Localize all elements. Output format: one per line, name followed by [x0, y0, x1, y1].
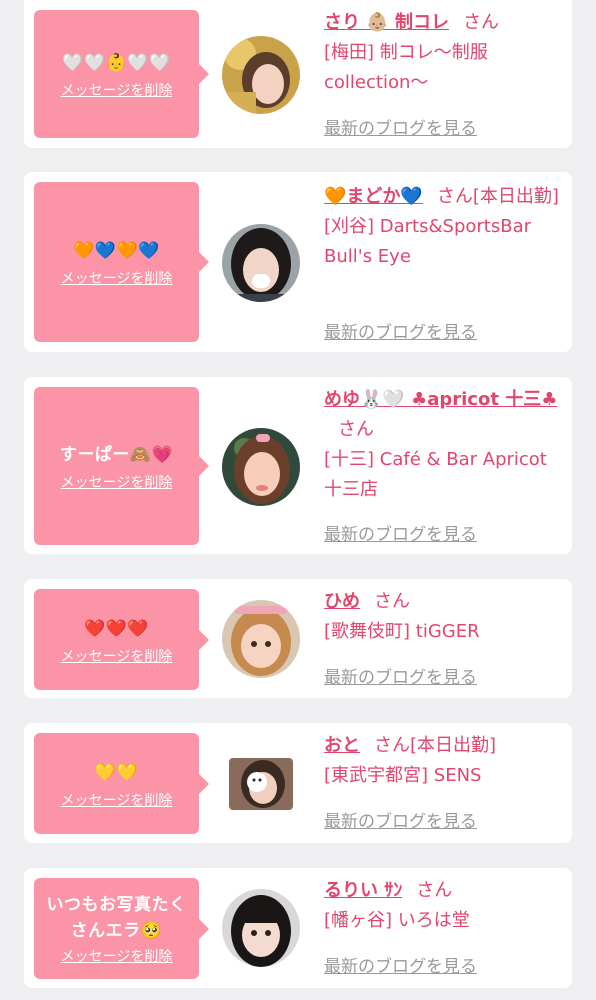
- profile-info: ひめ さん [歌舞伎町] tiGGER: [324, 587, 560, 647]
- shop-name: [刈谷] Darts&SportsBar Bull's Eye: [324, 216, 532, 267]
- latest-blog-link[interactable]: 最新のブログを見る: [324, 520, 477, 545]
- shop-name: [梅田] 制コレ〜制服collection〜: [324, 42, 488, 93]
- cast-name-link[interactable]: 🧡まどか💙: [324, 186, 423, 207]
- delete-message-link[interactable]: メッセージを削除: [61, 472, 173, 492]
- delete-message-link[interactable]: メッセージを削除: [61, 790, 173, 810]
- message-card: 💛💛 メッセージを削除 おと さん[本日出勤] [東武宇都宮] SENS 最新のブ…: [24, 723, 572, 843]
- message-bubble: 💛💛 メッセージを削除: [34, 733, 209, 834]
- message-text: 🧡💙🧡💙: [73, 241, 160, 261]
- latest-blog-link[interactable]: 最新のブログを見る: [324, 114, 477, 139]
- avatar[interactable]: [222, 36, 300, 114]
- message-bubble: いつもお写真たくさんエラ🥺 メッセージを削除: [34, 878, 209, 979]
- delete-message-link[interactable]: メッセージを削除: [61, 268, 173, 288]
- shop-name: [十三] Café & Bar Apricot 十三店: [324, 449, 547, 500]
- avatar[interactable]: [222, 889, 300, 967]
- message-text: 💛💛: [94, 762, 139, 783]
- delete-message-link[interactable]: メッセージを削除: [61, 80, 173, 100]
- delete-message-link[interactable]: メッセージを削除: [61, 646, 173, 666]
- avatar[interactable]: [222, 224, 300, 302]
- profile-info: るりい ｻﾝ さん [幡ヶ谷] いろは堂: [324, 876, 560, 936]
- cast-name-link[interactable]: めゆ🐰🤍 ♣apricot 十三♣: [324, 389, 557, 410]
- honorific: さん[本日出勤]: [374, 735, 497, 756]
- message-bubble: すーぱー🙈💗 メッセージを削除: [34, 387, 209, 545]
- message-card: 🤍🤍👶🤍🤍 メッセージを削除 さり 👶🏼 制コレ さん [梅田] 制コレ〜制服co…: [24, 0, 572, 148]
- cast-name-link[interactable]: ひめ: [324, 591, 360, 612]
- cast-name-link[interactable]: おと: [324, 735, 360, 756]
- latest-blog-link[interactable]: 最新のブログを見る: [324, 807, 477, 832]
- latest-blog-link[interactable]: 最新のブログを見る: [324, 318, 477, 343]
- shop-name: [東武宇都宮] SENS: [324, 765, 482, 786]
- message-text: 🤍🤍👶🤍🤍: [62, 53, 171, 73]
- message-card: いつもお写真たくさんエラ🥺 メッセージを削除 るりい ｻﾝ さん [幡ヶ谷] いろ…: [24, 868, 572, 988]
- honorific: さん: [374, 591, 410, 612]
- message-bubble: 🧡💙🧡💙 メッセージを削除: [34, 182, 209, 342]
- latest-blog-link[interactable]: 最新のブログを見る: [324, 952, 477, 977]
- shop-name: [歌舞伎町] tiGGER: [324, 621, 480, 642]
- profile-info: めゆ🐰🤍 ♣apricot 十三♣ さん [十三] Café & Bar Apri…: [324, 385, 560, 505]
- message-text: いつもお写真たくさんエラ🥺: [46, 894, 187, 941]
- profile-info: おと さん[本日出勤] [東武宇都宮] SENS: [324, 731, 560, 791]
- cast-name-link[interactable]: るりい ｻﾝ: [324, 880, 402, 901]
- message-card: 🧡💙🧡💙 メッセージを削除 🧡まどか💙 さん[本日出勤] [刈谷] Darts&S…: [24, 172, 572, 352]
- honorific: さん: [462, 12, 499, 33]
- profile-info: 🧡まどか💙 さん[本日出勤] [刈谷] Darts&SportsBar Bull'…: [324, 182, 560, 272]
- avatar[interactable]: [229, 758, 293, 810]
- honorific: さん[本日出勤]: [436, 186, 559, 207]
- profile-info: さり 👶🏼 制コレ さん [梅田] 制コレ〜制服collection〜: [324, 8, 560, 98]
- cast-name-link[interactable]: さり 👶🏼 制コレ: [324, 12, 449, 33]
- message-text: すーぱー🙈💗: [59, 445, 174, 465]
- message-bubble: ❤️❤️❤️ メッセージを削除: [34, 589, 209, 690]
- avatar[interactable]: [222, 428, 300, 506]
- message-card: すーぱー🙈💗 メッセージを削除 めゆ🐰🤍 ♣apricot 十三♣ さん [十三]…: [24, 377, 572, 554]
- delete-message-link[interactable]: メッセージを削除: [61, 946, 173, 966]
- honorific: さん: [416, 880, 453, 901]
- message-text: ❤️❤️❤️: [83, 618, 149, 639]
- message-bubble: 🤍🤍👶🤍🤍 メッセージを削除: [34, 10, 209, 138]
- shop-name: [幡ヶ谷] いろは堂: [324, 910, 470, 931]
- avatar[interactable]: [222, 600, 300, 678]
- message-card: ❤️❤️❤️ メッセージを削除 ひめ さん [歌舞伎町] tiGGER 最新のブロ…: [24, 579, 572, 698]
- honorific: さん: [338, 419, 374, 440]
- latest-blog-link[interactable]: 最新のブログを見る: [324, 663, 477, 688]
